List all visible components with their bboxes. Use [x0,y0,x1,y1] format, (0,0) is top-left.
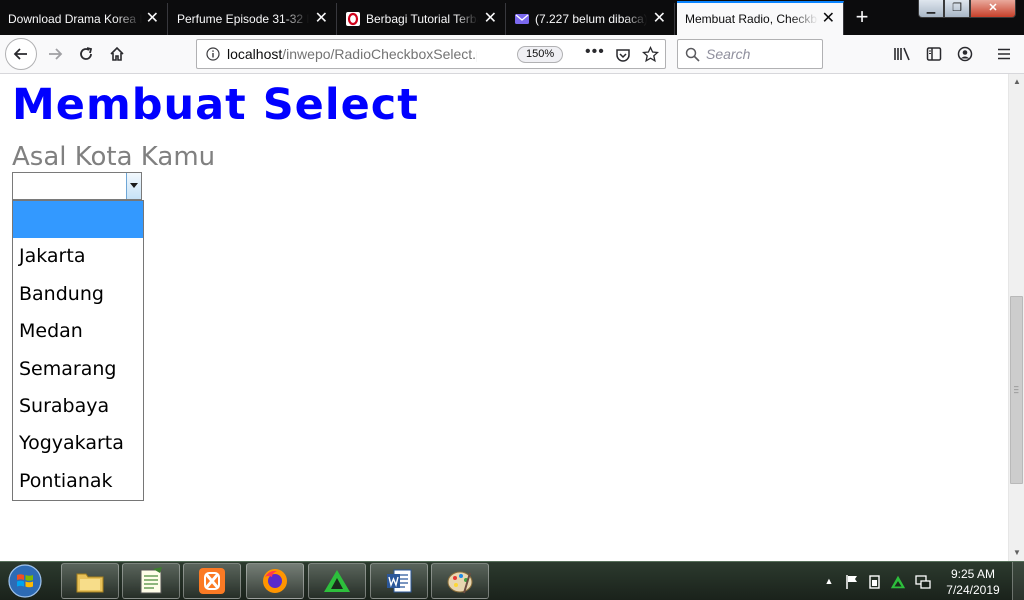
nav-bar: localhost/inwepo/RadioCheckboxSelect.php… [0,35,1024,74]
xampp-icon [199,568,225,594]
url-bar[interactable]: localhost/inwepo/RadioCheckboxSelect.php… [196,39,666,69]
taskbar-clock[interactable]: 9:25 AM 7/24/2019 [940,566,1006,598]
tab-title: Perfume Episode 31-32 E [177,12,309,26]
search-icon [685,47,700,62]
close-window-button[interactable]: ✕ [970,0,1016,18]
reload-button[interactable] [71,39,101,69]
page-actions-icon[interactable]: ••• [585,43,605,61]
city-dropdown-list: Jakarta Bandung Medan Semarang Surabaya … [12,200,144,501]
tab-title: Download Drama Korea Indo [8,12,142,26]
action-center-flag-icon[interactable] [844,574,860,590]
maximize-button[interactable]: ❐ [944,0,970,18]
tab-3[interactable]: (7.227 belum dibaca) - ✕ [507,3,675,35]
explorer-icon [76,573,104,593]
windows-start-icon [8,564,42,598]
arrow-right-icon [49,48,63,60]
dropdown-option-pontianak[interactable]: Pontianak [13,463,143,500]
close-tab-icon[interactable]: ✕ [818,11,835,27]
dropdown-option-empty[interactable] [13,201,143,239]
scroll-down-button[interactable]: ▼ [1009,545,1024,561]
url-text[interactable]: localhost/inwepo/RadioCheckboxSelect.php [227,46,477,62]
city-select[interactable] [12,172,142,200]
bookmark-star-icon[interactable] [642,46,659,63]
url-host: localhost [227,46,283,62]
dropdown-option-semarang[interactable]: Semarang [13,351,143,388]
camtasia-tray-icon[interactable] [890,574,906,590]
taskbar-paint[interactable] [431,563,489,599]
clock-time: 9:25 AM [950,567,996,581]
url-path: /inwepo/RadioCheckboxSelect.php [282,46,477,62]
close-tab-icon[interactable]: ✕ [142,11,159,27]
minimize-button[interactable]: ▁ [918,0,944,18]
windows-taskbar: ▲ 9:25 AM 7/24/2019 [0,561,1024,600]
forward-button[interactable] [40,39,70,69]
camtasia-icon [324,570,350,592]
show-hidden-icons-icon[interactable]: ▲ [821,573,837,589]
hamburger-menu-icon[interactable] [997,47,1011,61]
account-icon[interactable] [957,46,973,62]
back-button[interactable] [5,38,37,70]
page-content: Membuat Select Asal Kota Kamu Jakarta Ba… [0,74,1008,561]
chevron-down-icon [130,183,138,188]
clock-date: 7/24/2019 [946,583,1000,597]
opera-icon [346,12,360,26]
notepad-icon [140,567,162,594]
tab-title: Berbagi Tutorial Terbaru [366,12,478,26]
taskbar-camtasia[interactable] [308,563,366,599]
dropdown-option-yogyakarta[interactable]: Yogyakarta [13,425,143,462]
scroll-up-button[interactable]: ▲ [1009,74,1024,90]
search-bar[interactable] [677,39,823,69]
dropdown-option-jakarta[interactable]: Jakarta [13,238,143,275]
firefox-icon [263,569,287,593]
tab-2[interactable]: Berbagi Tutorial Terbaru ✕ [338,3,506,35]
tab-0[interactable]: Download Drama Korea Indo ✕ [0,3,168,35]
taskbar-word[interactable] [370,563,428,599]
tab-bar: Download Drama Korea Indo ✕ Perfume Epis… [0,0,1024,35]
zoom-badge[interactable]: 150% [517,46,564,63]
city-field-label: Asal Kota Kamu [12,142,216,172]
taskbar-explorer[interactable] [61,563,119,599]
taskbar-xampp[interactable] [183,563,241,599]
tab-4-active[interactable]: Membuat Radio, Checkbox ✕ [677,1,844,35]
vertical-scrollbar[interactable]: ▲ – – – ▼ [1008,74,1024,561]
close-tab-icon[interactable]: ✕ [649,11,666,27]
close-tab-icon[interactable]: ✕ [311,11,328,27]
info-icon[interactable] [206,47,220,61]
mail-icon [515,14,529,24]
library-icon[interactable] [893,46,911,62]
new-tab-button[interactable]: + [848,4,876,32]
page-title: Membuat Select [12,80,419,130]
search-input[interactable] [706,46,816,62]
dropdown-option-surabaya[interactable]: Surabaya [13,388,143,425]
tab-1[interactable]: Perfume Episode 31-32 E ✕ [169,3,337,35]
home-icon [110,46,124,61]
show-desktop-button[interactable] [1012,562,1024,600]
sidebar-icon[interactable] [926,46,942,62]
select-arrow-button[interactable] [126,173,141,199]
tab-title: (7.227 belum dibaca) - [535,12,647,26]
scroll-thumb[interactable]: – – – [1010,296,1023,484]
dropdown-option-medan[interactable]: Medan [13,313,143,350]
home-button[interactable] [102,39,132,69]
grip-icon: – – – [1014,382,1019,397]
arrow-left-icon [13,48,27,60]
taskbar-notepad[interactable] [122,563,180,599]
power-status-icon[interactable] [867,574,883,590]
network-icon[interactable] [915,574,931,590]
paint-icon [447,571,473,594]
word-icon [387,569,412,593]
pocket-icon[interactable] [615,47,631,63]
close-tab-icon[interactable]: ✕ [480,11,497,27]
dropdown-option-bandung[interactable]: Bandung [13,276,143,313]
tab-title: Membuat Radio, Checkbox [685,12,818,26]
taskbar-firefox[interactable] [246,563,304,599]
reload-icon [80,47,93,60]
start-button[interactable] [3,562,47,600]
